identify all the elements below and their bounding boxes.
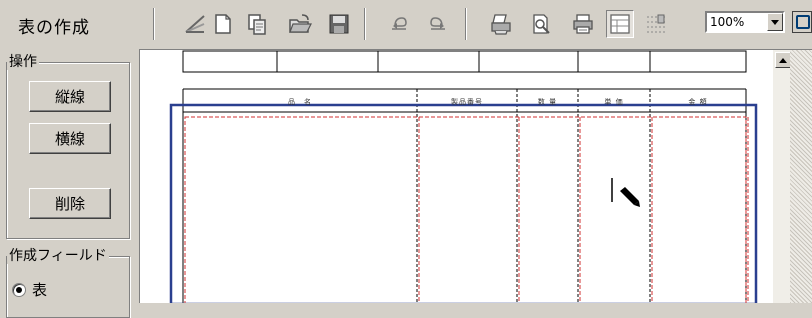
chevron-down-icon[interactable] (767, 13, 783, 31)
vertical-line-button[interactable]: 縦線 (29, 81, 111, 112)
toolbar-separator (465, 8, 467, 40)
save-icon[interactable] (325, 10, 353, 38)
operations-group-label: 操作 (7, 54, 39, 70)
toolbar-separator (364, 8, 366, 40)
table-radio[interactable]: 表 (12, 279, 47, 300)
new-document-icon[interactable] (209, 10, 237, 38)
horizontal-line-button[interactable]: 横線 (29, 123, 111, 154)
radio-button-icon[interactable] (12, 282, 26, 297)
print-preview-icon[interactable] (527, 10, 555, 38)
toolbar: 表の作成 100% (0, 0, 812, 49)
scroll-up-button[interactable] (775, 52, 791, 68)
zoom-select[interactable]: 100% (705, 11, 785, 33)
toolbar-separator (153, 8, 155, 40)
header-unit-price: 単 価 (604, 98, 624, 106)
vertical-scrollbar[interactable] (773, 50, 812, 303)
scrollbar-track[interactable] (790, 50, 812, 303)
delete-button[interactable]: 削除 (29, 188, 111, 219)
open-folder-icon[interactable] (286, 10, 314, 38)
header-quantity: 数 量 (537, 98, 558, 106)
header-item-name: 品 名 (288, 98, 312, 106)
redo-icon[interactable] (424, 10, 452, 38)
field-group-label: 作成フィールド (7, 248, 109, 264)
draw-line-icon[interactable] (181, 10, 209, 38)
header-amount: 金 額 (688, 98, 708, 106)
printer-setup-icon[interactable] (569, 10, 597, 38)
copy-document-icon[interactable] (243, 10, 271, 38)
pencil-cursor-icon (611, 178, 640, 207)
design-canvas[interactable]: 品 名 製品番号 数 量 単 価 金 額 (139, 49, 812, 303)
header-product-number: 製品番号 (451, 98, 483, 106)
print-icon[interactable] (487, 10, 515, 38)
undo-icon[interactable] (385, 10, 413, 38)
app-title: 表の作成 (18, 18, 90, 38)
table-view-icon[interactable] (606, 10, 634, 38)
form-layout (169, 50, 758, 303)
window-icon[interactable] (792, 11, 812, 33)
zoom-value: 100% (710, 15, 745, 29)
table-radio-label: 表 (32, 281, 48, 299)
grid-icon[interactable] (642, 10, 670, 38)
